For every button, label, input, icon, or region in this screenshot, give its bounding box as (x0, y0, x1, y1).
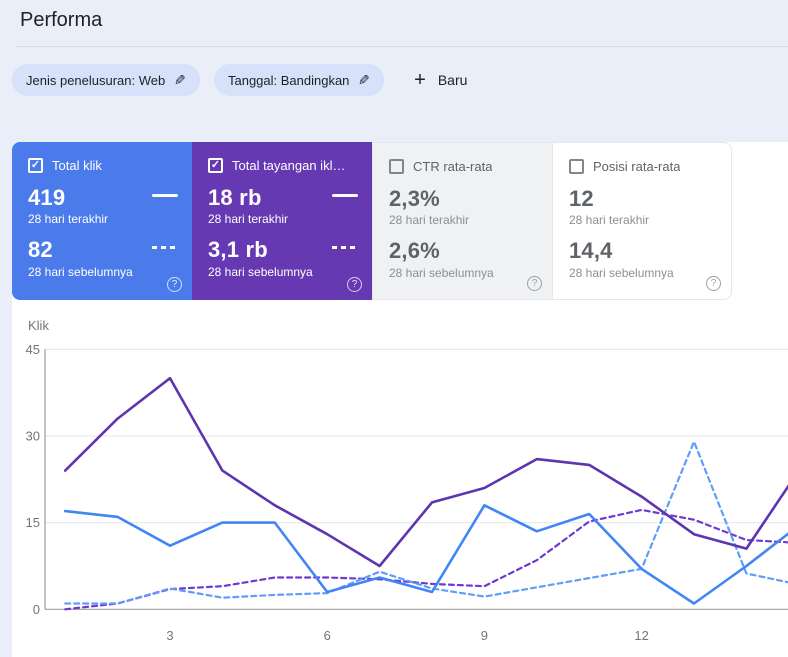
checkbox-total-tayangan[interactable]: ✓ (208, 158, 223, 173)
help-icon[interactable]: ? (527, 276, 542, 291)
card-head: ✓ Total klik (28, 158, 178, 173)
metric-value-current: 419 (28, 185, 66, 210)
performance-chart[interactable]: 0 15 30 45 3 6 9 12 Klik (0, 310, 788, 657)
solid-line-indicator (332, 194, 358, 197)
metric-value-previous: 14,4 (569, 238, 613, 264)
card-head: Posisi rata-rata (569, 159, 717, 174)
filter-chip-search-type-label: Jenis penelusuran: Web (26, 72, 166, 88)
checkbox-total-klik[interactable]: ✓ (28, 158, 43, 173)
check-icon: ✓ (210, 159, 221, 171)
metric-value-current: 12 (569, 186, 594, 211)
dashed-line-indicator (152, 246, 178, 250)
series-line-2 (63, 376, 788, 568)
checkbox-ctr[interactable] (389, 159, 404, 174)
svg-text:6: 6 (324, 628, 331, 643)
help-icon[interactable]: ? (347, 277, 362, 292)
checkbox-posisi[interactable] (569, 159, 584, 174)
card-label: Posisi rata-rata (593, 159, 681, 174)
filter-chip-search-type[interactable]: Jenis penelusuran: Web ✎ (12, 64, 200, 96)
pencil-icon[interactable]: ✎ (358, 72, 370, 89)
check-icon: ✓ (30, 159, 41, 171)
card-label: CTR rata-rata (413, 159, 493, 174)
card-head: ✓ Total tayangan ikl… (208, 158, 358, 173)
pencil-icon[interactable]: ✎ (174, 72, 186, 89)
dashed-line-indicator (332, 246, 358, 250)
metric-value-previous: 3,1 rb (208, 237, 268, 263)
metric-row: 18 rb 28 hari terakhir (208, 185, 358, 237)
metric-card-total-klik[interactable]: ✓ Total klik 419 28 hari terakhir 82 28 … (12, 142, 192, 300)
card-label: Total tayangan ikl… (232, 158, 346, 173)
metric-row: 14,4 28 hari sebelumnya (569, 238, 717, 290)
svg-text:Klik: Klik (28, 318, 49, 333)
card-label: Total klik (52, 158, 102, 173)
page-title: Performa (20, 9, 103, 31)
metric-caption-previous: 28 hari sebelumnya (28, 264, 133, 279)
metric-row: 2,6% 28 hari sebelumnya (389, 238, 538, 290)
metric-value-current: 18 rb (208, 185, 262, 210)
metric-caption-current: 28 hari terakhir (208, 212, 289, 227)
metric-value-previous: 2,6% (389, 238, 440, 264)
solid-line-indicator (152, 194, 178, 197)
metric-caption-previous: 28 hari sebelumnya (389, 265, 494, 280)
svg-text:0: 0 (33, 602, 40, 617)
metric-row: 12 28 hari terakhir (569, 186, 717, 238)
metric-card-posisi[interactable]: Posisi rata-rata 12 28 hari terakhir 14,… (552, 142, 732, 300)
svg-text:15: 15 (26, 515, 40, 530)
plus-icon: + (414, 68, 426, 91)
filter-chip-date-compare[interactable]: Tanggal: Bandingkan ✎ (213, 64, 385, 96)
metric-caption-current: 28 hari terakhir (569, 213, 650, 228)
metric-row: 419 28 hari terakhir (28, 185, 178, 237)
filter-chip-date-compare-label: Tanggal: Bandingkan (227, 72, 350, 88)
metric-row: 82 28 hari sebelumnya (28, 237, 178, 289)
metric-caption-current: 28 hari terakhir (389, 213, 470, 228)
metric-caption-previous: 28 hari sebelumnya (569, 265, 674, 280)
filter-row: Jenis penelusuran: Web ✎ Tanggal: Bandin… (12, 64, 467, 96)
new-filter-label: Baru (437, 72, 468, 88)
title-divider (15, 46, 788, 47)
metric-value-previous: 82 (28, 237, 53, 263)
svg-text:9: 9 (481, 628, 488, 643)
metric-row: 3,1 rb 28 hari sebelumnya (208, 237, 358, 289)
metric-row: 2,3% 28 hari terakhir (389, 186, 538, 238)
metric-card-total-tayangan[interactable]: ✓ Total tayangan ikl… 18 rb 28 hari tera… (192, 142, 372, 300)
metric-caption-previous: 28 hari sebelumnya (208, 264, 313, 279)
metric-caption-current: 28 hari terakhir (28, 212, 109, 227)
help-icon[interactable]: ? (167, 277, 182, 292)
svg-text:30: 30 (26, 428, 40, 443)
svg-text:3: 3 (166, 628, 173, 643)
card-head: CTR rata-rata (389, 159, 538, 174)
new-filter-button[interactable]: + Baru (414, 69, 467, 92)
metric-value-current: 2,3% (389, 186, 440, 211)
svg-text:45: 45 (26, 342, 40, 357)
help-icon[interactable]: ? (706, 276, 721, 291)
svg-text:12: 12 (634, 628, 648, 643)
metric-card-ctr[interactable]: CTR rata-rata 2,3% 28 hari terakhir 2,6%… (372, 142, 552, 300)
metric-cards-row: ✓ Total klik 419 28 hari terakhir 82 28 … (12, 142, 732, 300)
